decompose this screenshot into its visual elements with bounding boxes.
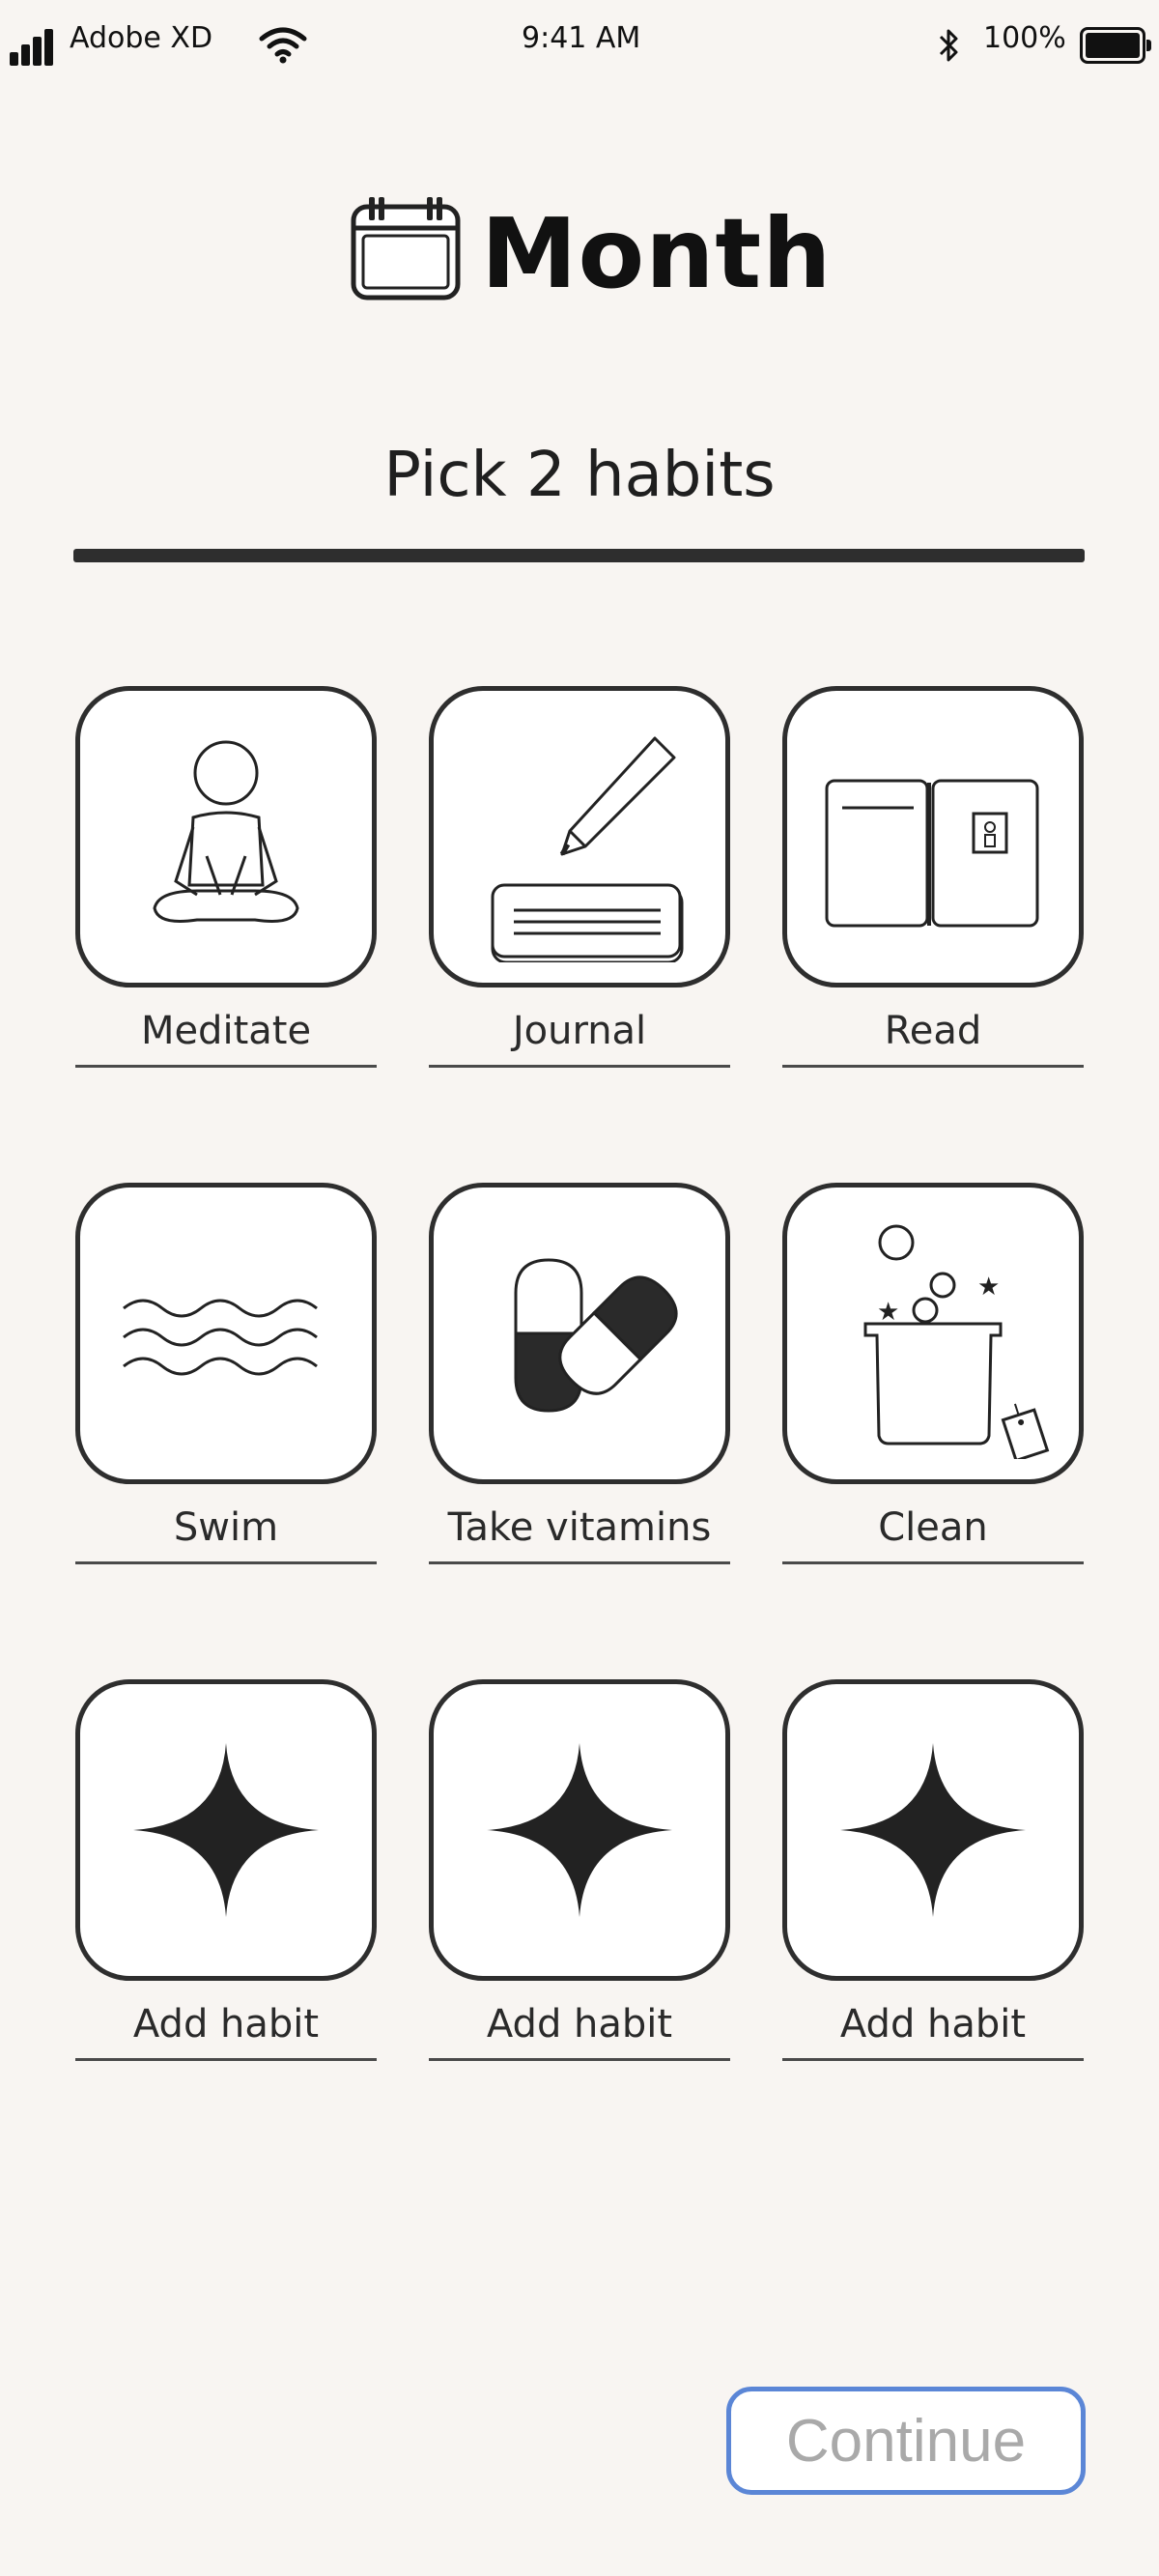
habit-label: Read [884,1009,982,1053]
continue-button[interactable]: Continue [726,2387,1086,2495]
label-underline [429,2058,730,2061]
signal-icon [10,25,64,66]
label-underline [429,1065,730,1068]
meditate-icon [153,740,299,923]
habit-tile[interactable] [75,1183,377,1484]
sparkle-icon [487,1743,672,1917]
label-underline [782,2058,1084,2061]
calendar-icon [351,197,461,301]
label-underline [782,1065,1084,1068]
journal-icon [491,736,684,962]
habit-read[interactable]: Read [782,686,1084,1068]
label-underline [75,1065,377,1068]
habit-tile[interactable] [429,686,730,987]
habit-label: Clean [878,1505,988,1550]
label-underline [75,1561,377,1564]
habit-journal[interactable]: Journal [429,686,730,1068]
habit-label: Swim [173,1505,279,1550]
progress-fill [73,549,1085,562]
habit-add-1[interactable]: Add habit [75,1679,377,2061]
habit-tile[interactable] [429,1183,730,1484]
habit-tile[interactable] [782,1679,1084,1981]
svg-text:★: ★ [977,1273,1000,1302]
label-underline [75,2058,377,2061]
page-title: Month [481,197,833,310]
habit-label: Take vitamins [447,1505,712,1550]
habit-tile[interactable] [75,1679,377,1981]
status-bar: Adobe XD 9:41 AM 100% [0,0,1159,89]
book-icon [825,779,1039,928]
habit-tile[interactable] [75,686,377,987]
clock: 9:41 AM [522,21,641,55]
habit-add-2[interactable]: Add habit [429,1679,730,2061]
habit-clean[interactable]: ★ ★ Clean [782,1183,1084,1564]
habit-swim[interactable]: Swim [75,1183,377,1564]
habit-tile[interactable]: ★ ★ [782,1183,1084,1484]
habit-label: Journal [512,1009,647,1053]
habit-tile[interactable] [429,1679,730,1981]
habit-add-3[interactable]: Add habit [782,1679,1084,2061]
progress-bar [73,549,1085,562]
habit-label: Add habit [132,2002,320,2046]
pill-icon [514,1258,678,1413]
carrier-name: Adobe XD [70,21,213,55]
waves-icon [123,1299,318,1376]
habit-label: Add habit [839,2002,1027,2046]
page-header: Month [0,193,1159,310]
sparkle-icon [133,1743,319,1917]
instruction-text: Pick 2 habits [383,440,776,511]
habit-label: Meditate [140,1009,312,1053]
habit-label: Add habit [486,2002,673,2046]
wifi-icon [259,27,307,64]
cleaning-icon: ★ ★ [863,1224,1050,1459]
habit-take-vitamins[interactable]: Take vitamins [429,1183,730,1564]
bluetooth-icon [939,29,958,62]
label-underline [782,1561,1084,1564]
habit-tile[interactable] [782,686,1084,987]
battery-percent: 100% [983,21,1066,55]
battery-icon [1080,27,1151,64]
sparkle-icon [840,1743,1026,1917]
habit-meditate[interactable]: Meditate [75,686,377,1068]
label-underline [429,1561,730,1564]
